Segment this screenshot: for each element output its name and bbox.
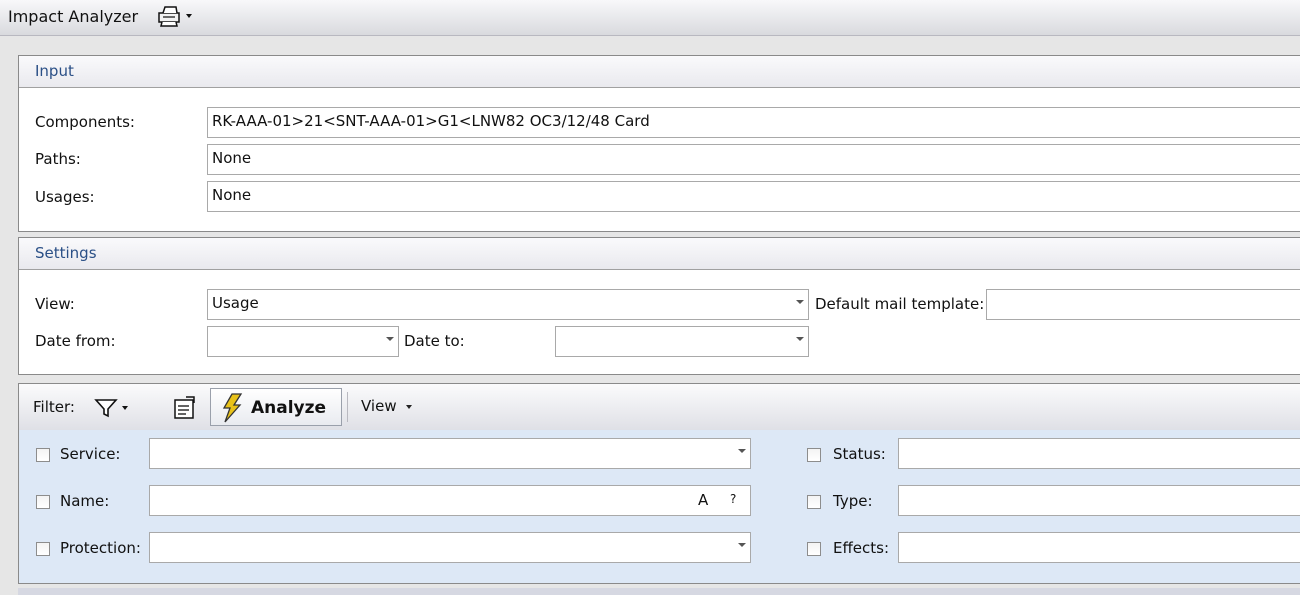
- status-checkbox[interactable]: [807, 448, 821, 462]
- service-select[interactable]: [149, 438, 751, 469]
- lightning-icon: [219, 393, 245, 423]
- settings-section: Settings View: Usage Default mail templa…: [18, 237, 1300, 375]
- name-field[interactable]: A ?: [149, 485, 751, 516]
- status-field[interactable]: [898, 438, 1300, 469]
- input-header: Input: [19, 56, 1300, 88]
- date-to-select[interactable]: [555, 326, 809, 357]
- status-label: Status:: [833, 445, 886, 463]
- name-label: Name:: [60, 492, 110, 510]
- effects-checkbox[interactable]: [807, 542, 821, 556]
- funnel-icon[interactable]: [93, 396, 133, 420]
- name-checkbox[interactable]: [36, 495, 50, 509]
- wildcard-help-icon[interactable]: ?: [730, 492, 736, 506]
- protection-select[interactable]: [149, 532, 751, 563]
- service-label: Service:: [60, 445, 121, 463]
- toolbar-separator: [347, 392, 348, 422]
- view-select[interactable]: Usage: [207, 289, 809, 320]
- app-title: Impact Analyzer: [8, 7, 139, 26]
- paths-value: None: [212, 149, 252, 167]
- mail-template-field[interactable]: [986, 289, 1300, 320]
- date-from-label: Date from:: [35, 332, 116, 350]
- view-label: View:: [35, 295, 75, 313]
- view-menu[interactable]: View: [361, 397, 421, 419]
- view-menu-label: View: [361, 397, 397, 415]
- paths-label: Paths:: [35, 150, 81, 168]
- effects-field[interactable]: [898, 532, 1300, 563]
- components-label: Components:: [35, 113, 135, 131]
- type-field[interactable]: [898, 485, 1300, 516]
- results-header-strip: [18, 588, 1300, 595]
- input-section: Input Components: RK-AAA-01>21<SNT-AAA-0…: [18, 55, 1300, 232]
- usages-value: None: [212, 186, 252, 204]
- protection-checkbox[interactable]: [36, 542, 50, 556]
- protection-label: Protection:: [60, 539, 141, 557]
- match-case-icon[interactable]: A: [698, 491, 708, 509]
- analyze-label: Analyze: [251, 398, 327, 418]
- analyze-button[interactable]: Analyze: [210, 388, 342, 426]
- type-label: Type:: [833, 492, 873, 510]
- filter-label: Filter:: [33, 398, 75, 416]
- properties-icon[interactable]: [172, 395, 198, 421]
- components-value: RK-AAA-01>21<SNT-AAA-01>G1<LNW82 OC3/12/…: [212, 112, 650, 130]
- chevron-down-icon[interactable]: [386, 337, 394, 341]
- paths-field[interactable]: None: [207, 144, 1300, 175]
- printer-icon[interactable]: [155, 4, 195, 28]
- view-value: Usage: [212, 294, 259, 312]
- usages-label: Usages:: [35, 188, 95, 206]
- chevron-down-icon: [406, 405, 412, 409]
- chevron-down-icon[interactable]: [738, 449, 746, 453]
- date-to-label: Date to:: [404, 332, 465, 350]
- mail-template-label: Default mail template:: [815, 295, 985, 313]
- usages-field[interactable]: None: [207, 181, 1300, 212]
- settings-header: Settings: [19, 238, 1300, 270]
- service-checkbox[interactable]: [36, 448, 50, 462]
- effects-label: Effects:: [833, 539, 890, 557]
- type-checkbox[interactable]: [807, 495, 821, 509]
- analysis-toolbar: Filter: Analyze View: [18, 383, 1300, 431]
- chevron-down-icon[interactable]: [738, 543, 746, 547]
- title-bar: Impact Analyzer: [0, 0, 1300, 36]
- components-field[interactable]: RK-AAA-01>21<SNT-AAA-01>G1<LNW82 OC3/12/…: [207, 107, 1300, 138]
- filter-panel: Service: Status: Name: A ? Type: Protect…: [18, 430, 1300, 584]
- chevron-down-icon[interactable]: [796, 300, 804, 304]
- chevron-down-icon[interactable]: [796, 337, 804, 341]
- date-from-select[interactable]: [207, 326, 399, 357]
